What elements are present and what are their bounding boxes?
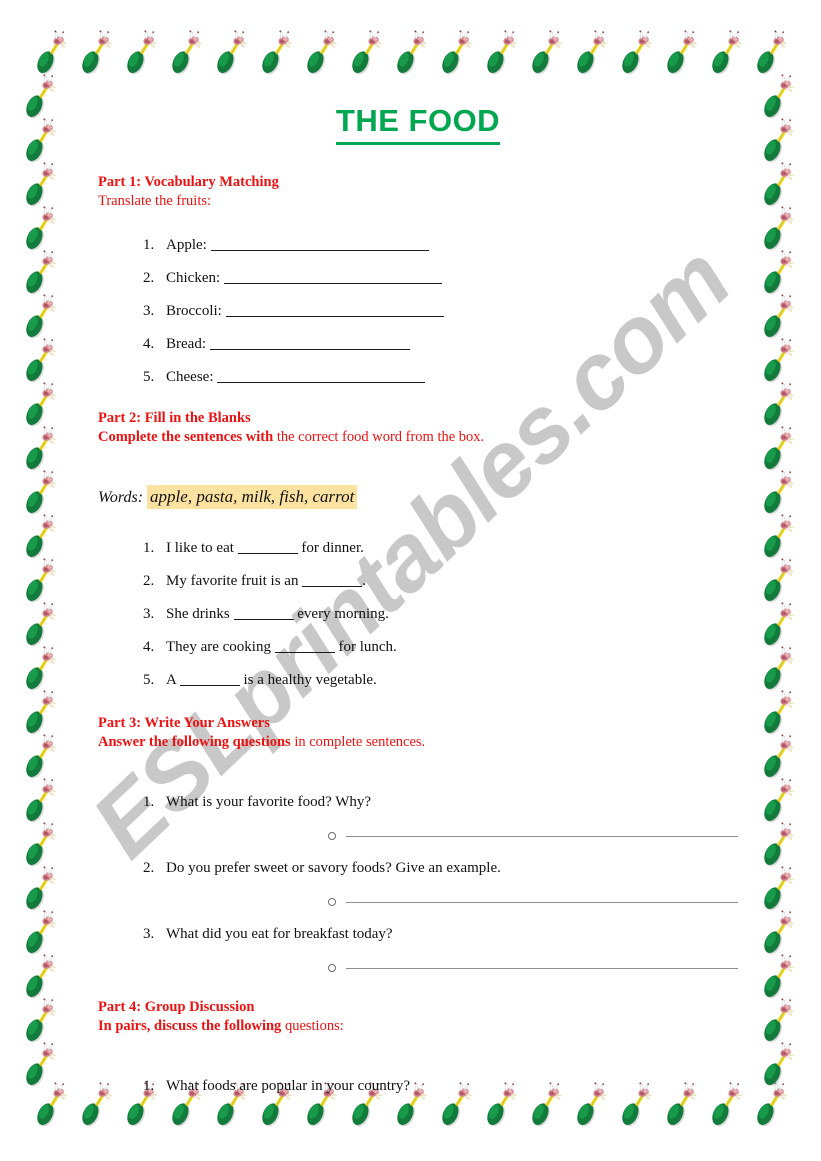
word-bank-values: apple, pasta, milk, fish, carrot (147, 485, 358, 509)
answer-rule[interactable] (346, 967, 738, 969)
answer-blank[interactable] (210, 238, 429, 251)
part-3-section: Part 3: Write Your Answers Answer the fo… (98, 714, 738, 752)
vocabulary-item: Apple: (158, 237, 738, 253)
open-question-text: Do you prefer sweet or savory foods? Giv… (166, 860, 501, 876)
answer-blank[interactable] (302, 575, 363, 587)
part-2-instruction-rest: the correct food word from the box. (273, 429, 485, 445)
page-title: THE FOOD (98, 103, 738, 147)
fill-in-sentence: She drinks every morning. (158, 606, 738, 622)
vocabulary-item-label: Chicken: (166, 270, 224, 286)
answer-rule[interactable] (346, 835, 738, 837)
part-3-instruction: Answer the following questions in comple… (98, 733, 738, 752)
part-1-heading: Part 1: Vocabulary Matching (98, 174, 279, 190)
part-1-vocabulary-list: Apple: Chicken: Broccoli: Bread: Cheese: (98, 237, 738, 385)
answer-line[interactable] (158, 964, 738, 972)
word-bank: Words: apple, pasta, milk, fish, carrot (98, 485, 738, 509)
part-2-sentence-list: I like to eat for dinner. My favorite fru… (98, 540, 738, 688)
sentence-text-before: She drinks (166, 606, 234, 622)
sentence-text-after: . (362, 573, 366, 589)
answer-blank[interactable] (237, 542, 298, 554)
word-bank-label: Words: (98, 489, 144, 506)
answer-line[interactable] (158, 898, 738, 906)
vocabulary-item-label: Broccoli: (166, 303, 226, 319)
part-3-heading: Part 3: Write Your Answers (98, 715, 270, 731)
answer-line[interactable] (158, 832, 738, 840)
answer-bullet-icon (328, 964, 336, 972)
sentence-text-after: every morning. (293, 606, 389, 622)
open-question: What is your favorite food? Why? (158, 794, 738, 810)
vocabulary-item: Bread: (158, 336, 738, 352)
part-4-instruction-bold: In pairs, discuss the following (98, 1018, 282, 1034)
sentence-text-after: for dinner. (297, 540, 364, 556)
fill-in-sentence: A is a healthy vegetable. (158, 672, 738, 688)
part-2-section: Part 2: Fill in the Blanks Complete the … (98, 409, 738, 447)
vocabulary-item-label: Cheese: (166, 369, 218, 385)
part-4-instruction: In pairs, discuss the following question… (98, 1017, 738, 1036)
sentence-text-before: A (166, 672, 180, 688)
sentence-text-before: I like to eat (166, 540, 238, 556)
open-question-text: What is your favorite food? Why? (166, 794, 372, 810)
discussion-question: What foods are popular in your country? (158, 1078, 738, 1094)
part-3-question-list: What is your favorite food? Why? Do you p… (98, 794, 738, 972)
part-2-heading: Part 2: Fill in the Blanks (98, 410, 251, 426)
part-4-heading: Part 4: Group Discussion (98, 999, 255, 1015)
answer-blank[interactable] (217, 370, 426, 383)
sentence-text-after: for lunch. (334, 639, 397, 655)
part-2-instruction: Complete the sentences with the correct … (98, 428, 738, 447)
page-title-text: THE FOOD (335, 103, 501, 145)
answer-blank[interactable] (225, 304, 444, 317)
open-question: What did you eat for breakfast today? (158, 926, 738, 942)
answer-blank[interactable] (274, 641, 335, 653)
open-question: Do you prefer sweet or savory foods? Giv… (158, 860, 738, 876)
part-1-instruction: Translate the fruits: (98, 193, 212, 209)
worksheet-content: THE FOOD Part 1: Vocabulary Matching Tra… (98, 103, 738, 1110)
sentence-text-before: My favorite fruit is an (166, 573, 303, 589)
answer-blank[interactable] (233, 608, 294, 620)
part-3-instruction-bold: Answer the following questions (98, 734, 291, 750)
part-4-question-list: What foods are popular in your country? (98, 1078, 738, 1094)
sentence-text-before: They are cooking (166, 639, 275, 655)
answer-blank[interactable] (179, 674, 240, 686)
answer-bullet-icon (328, 898, 336, 906)
open-question-text: What did you eat for breakfast today? (166, 926, 393, 942)
vocabulary-item: Broccoli: (158, 303, 738, 319)
worksheet-page: THE FOOD Part 1: Vocabulary Matching Tra… (0, 0, 821, 1161)
vocabulary-item-label: Bread: (166, 336, 210, 352)
vocabulary-item: Chicken: (158, 270, 738, 286)
part-2-instruction-bold: Complete the sentences with (98, 429, 274, 445)
answer-blank[interactable] (223, 271, 442, 284)
part-4-section: Part 4: Group Discussion In pairs, discu… (98, 998, 738, 1036)
sentence-text-after: is a healthy vegetable. (239, 672, 377, 688)
part-1-section: Part 1: Vocabulary Matching Translate th… (98, 173, 738, 211)
fill-in-sentence: They are cooking for lunch. (158, 639, 738, 655)
answer-blank[interactable] (209, 337, 410, 350)
part-4-instruction-rest: questions: (281, 1018, 344, 1034)
part-3-instruction-rest: in complete sentences. (290, 734, 426, 750)
answer-rule[interactable] (346, 901, 738, 903)
vocabulary-item: Cheese: (158, 369, 738, 385)
answer-bullet-icon (328, 832, 336, 840)
fill-in-sentence: My favorite fruit is an . (158, 573, 738, 589)
discussion-question-text: What foods are popular in your country? (166, 1078, 411, 1094)
vocabulary-item-label: Apple: (166, 237, 211, 253)
fill-in-sentence: I like to eat for dinner. (158, 540, 738, 556)
